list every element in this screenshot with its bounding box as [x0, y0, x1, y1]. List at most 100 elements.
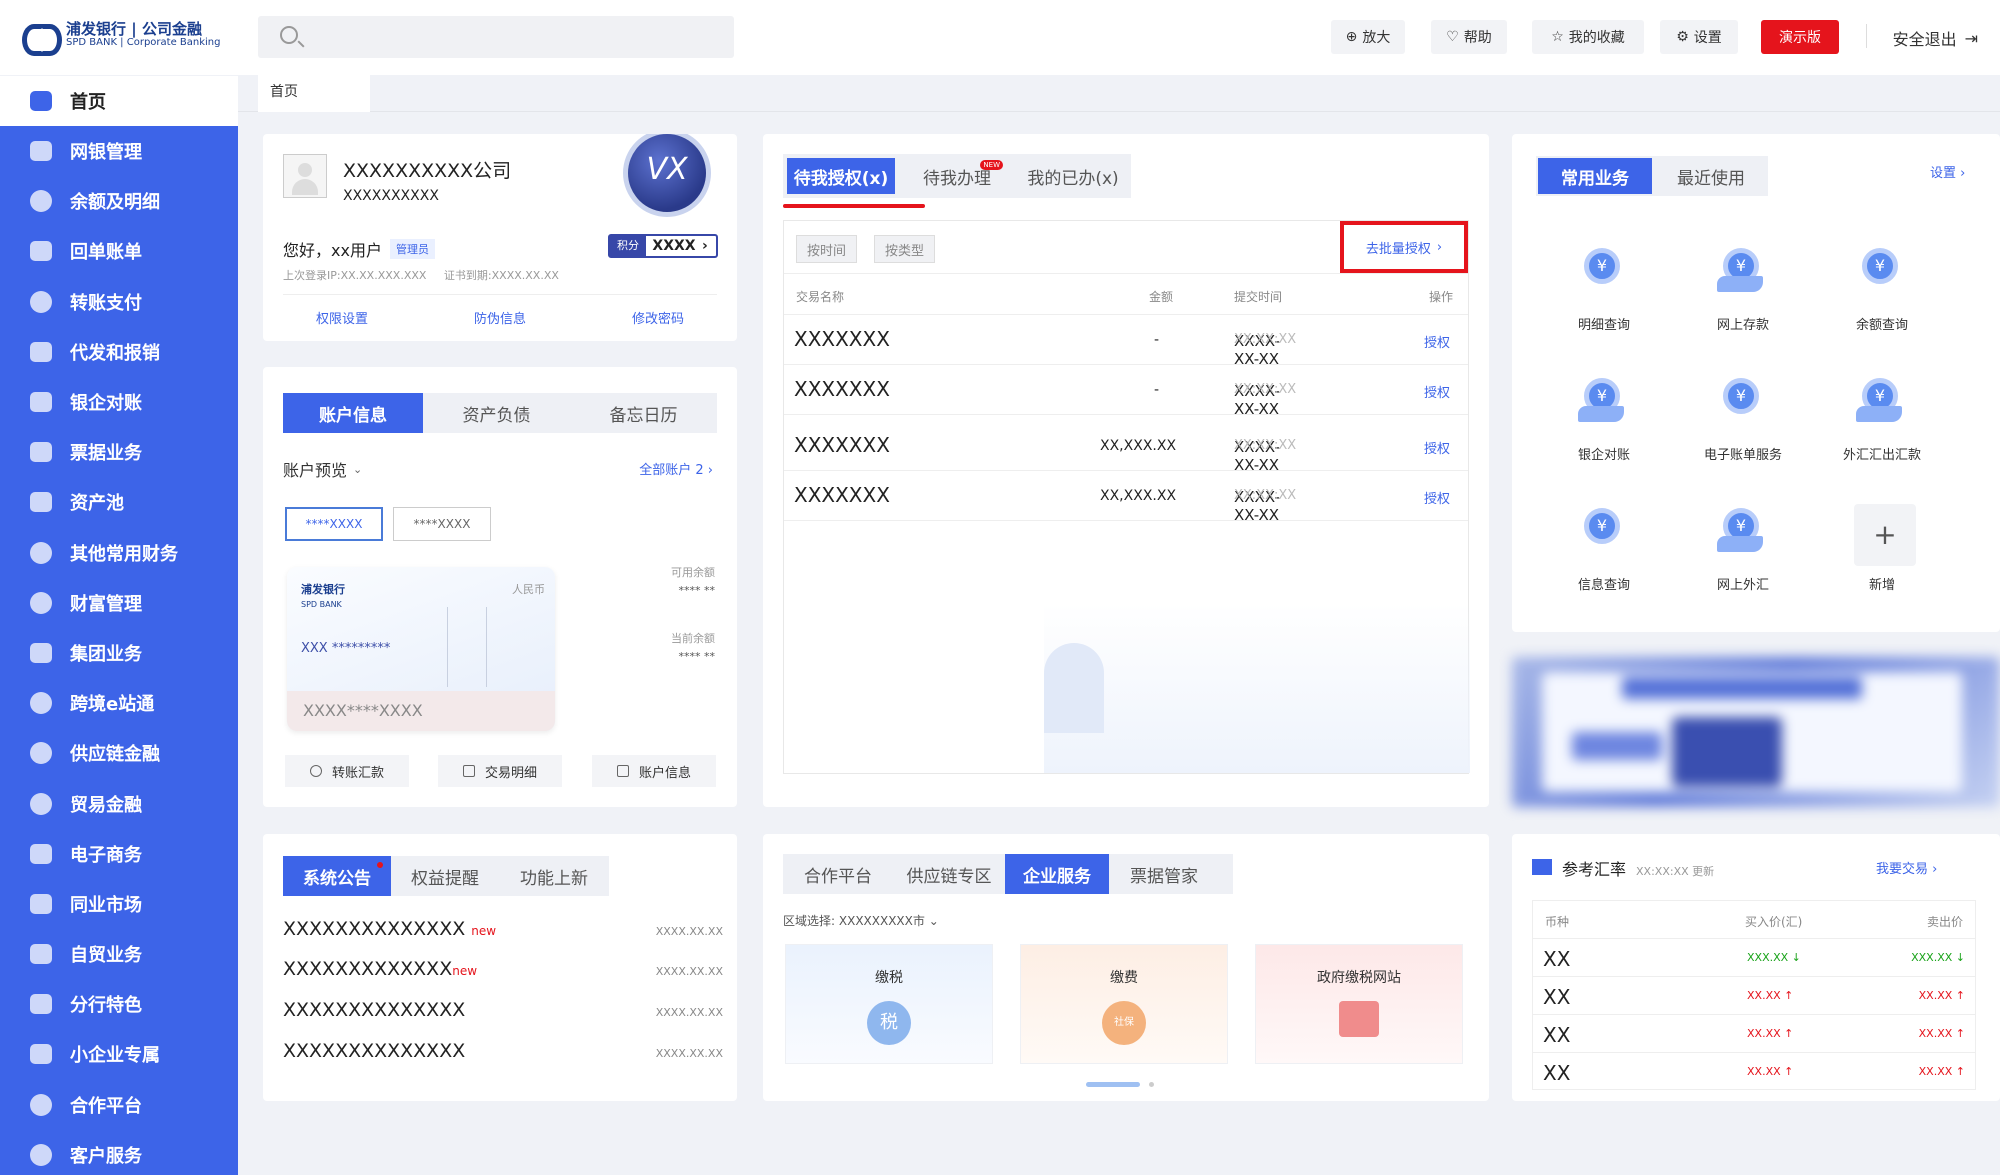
- sidebar-item-group[interactable]: 集团业务: [0, 628, 238, 678]
- tab-common-business[interactable]: 常用业务: [1538, 158, 1652, 194]
- account-info-button[interactable]: 账户信息: [592, 755, 716, 787]
- zoom-button[interactable]: ⊕ 放大: [1331, 20, 1405, 54]
- sidebar-item-small-biz[interactable]: 小企业专属: [0, 1029, 238, 1079]
- sidebar-item-wealth[interactable]: 财富管理: [0, 578, 238, 628]
- favorites-button[interactable]: ☆ 我的收藏: [1532, 20, 1644, 54]
- authorize-link[interactable]: 授权: [1424, 382, 1450, 401]
- sidebar-item-online-banking[interactable]: 网银管理: [0, 126, 238, 176]
- sidebar-item-transfer[interactable]: 转账支付: [0, 277, 238, 327]
- reconciliation-shortcut[interactable]: ¥ 银企对账: [1544, 374, 1664, 463]
- list-item[interactable]: XXXXXXXXXXXXXnew XXXX.XX.XX: [283, 958, 723, 980]
- transfer-button[interactable]: 转账汇款: [285, 755, 409, 787]
- filter-by-time[interactable]: 按时间: [796, 235, 858, 263]
- table-row[interactable]: XX XXX.XX ↓ XXX.XX ↓: [1533, 939, 1975, 977]
- sidebar-item-home[interactable]: 首页: [0, 76, 238, 126]
- list-item[interactable]: XXXXXXXXXXXXXX XXXX.XX.XX: [283, 1040, 723, 1062]
- authorize-link[interactable]: 授权: [1424, 438, 1450, 457]
- transaction-details-button[interactable]: 交易明细: [438, 755, 562, 787]
- bank-logo[interactable]: 浦发银行 | 公司金融 SPD BANK | Corporate Banking: [20, 19, 220, 56]
- fee-payment-tile[interactable]: 缴费 社保: [1020, 944, 1228, 1064]
- fx-remittance-shortcut[interactable]: ¥ 外汇汇出汇款: [1822, 374, 1942, 463]
- greeting: 您好，xx用户: [283, 241, 382, 260]
- sidebar-item-ecommerce[interactable]: 电子商务: [0, 829, 238, 879]
- authorize-link[interactable]: 授权: [1424, 332, 1450, 351]
- tab-system-notice[interactable]: 系统公告: [283, 856, 391, 896]
- table-row[interactable]: XXXXXXX - XXXX-XX-XX XX:XX:XX 授权: [784, 315, 1468, 368]
- sidebar-item-asset-pool[interactable]: 资产池: [0, 477, 238, 527]
- anti-fraud-link[interactable]: 防伪信息: [474, 308, 526, 327]
- sidebar-item-other-finance[interactable]: 其他常用财务: [0, 528, 238, 578]
- sidebar-item-payroll[interactable]: 代发和报销: [0, 327, 238, 377]
- government-building-icon: [1339, 1001, 1379, 1037]
- tab-recently-used[interactable]: 最近使用: [1654, 156, 1768, 196]
- logout-button[interactable]: 安全退出 ⇥: [1893, 26, 1978, 50]
- sidebar-item-trade-finance[interactable]: 贸易金融: [0, 778, 238, 828]
- promo-banner[interactable]: [1512, 657, 2000, 807]
- tab-supply-chain[interactable]: 供应链专区: [893, 854, 1005, 894]
- list-item[interactable]: XXXXXXXXXXXXXX XXXX.XX.XX: [283, 999, 723, 1021]
- online-fx-shortcut[interactable]: ¥ 网上外汇: [1683, 504, 1803, 593]
- sidebar-item-partners[interactable]: 合作平台: [0, 1080, 238, 1130]
- sidebar-item-receipts[interactable]: 回单账单: [0, 226, 238, 276]
- sidebar-item-interbank[interactable]: 同业市场: [0, 879, 238, 929]
- business-settings-link[interactable]: 设置 ›: [1930, 162, 1965, 181]
- table-row[interactable]: XX XX.XX ↑ XX.XX ↑: [1533, 1015, 1975, 1053]
- trade-link[interactable]: 我要交易 ›: [1876, 858, 1937, 877]
- tax-payment-tile[interactable]: 缴税 税: [785, 944, 993, 1064]
- carousel-indicator-active[interactable]: [1086, 1082, 1140, 1087]
- sidebar-item-cross-border[interactable]: 跨境e站通: [0, 678, 238, 728]
- table-row[interactable]: XX XX.XX ↑ XX.XX ↑: [1533, 977, 1975, 1015]
- magnifier-yuan-icon: ¥: [1862, 248, 1898, 284]
- sidebar-item-supply-chain[interactable]: 供应链金融: [0, 728, 238, 778]
- sidebar-item-balance[interactable]: 余额及明细: [0, 176, 238, 226]
- table-row[interactable]: XX XX.XX ↑ XX.XX ↑: [1533, 1053, 1975, 1091]
- all-accounts-link[interactable]: 全部账户 2 ›: [639, 459, 713, 478]
- settings-button[interactable]: ⚙ 设置: [1660, 20, 1738, 54]
- bank-name: 浦发银行 | 公司金融: [66, 19, 202, 38]
- tab-partner-platform[interactable]: 合作平台: [783, 854, 893, 894]
- tab-account-info[interactable]: 账户信息: [283, 393, 423, 433]
- table-row[interactable]: XXXXXXX XX,XXX.XX XXXX-XX-XX XX:XX:XX 授权: [784, 471, 1468, 524]
- sidebar-item-reconciliation[interactable]: 银企对账: [0, 377, 238, 427]
- permission-settings-link[interactable]: 权限设置: [316, 308, 368, 327]
- tab-assets-liabilities[interactable]: 资产负债: [423, 393, 570, 433]
- authorize-link[interactable]: 授权: [1424, 488, 1450, 507]
- points-badge[interactable]: 积分 XXXX ›: [608, 234, 718, 258]
- batch-authorize-button[interactable]: 去批量授权 ›: [1340, 221, 1468, 273]
- balance-query-shortcut[interactable]: ¥ 余额查询: [1822, 244, 1942, 333]
- tab-rights-reminder[interactable]: 权益提醒: [391, 856, 499, 896]
- filter-by-type[interactable]: 按类型: [874, 235, 936, 263]
- sidebar-item-service[interactable]: 客户服务: [0, 1130, 238, 1175]
- e-statement-shortcut[interactable]: ¥ 电子账单服务: [1683, 374, 1803, 463]
- sidebar-item-bills[interactable]: 票据业务: [0, 427, 238, 477]
- tab-pending-authorization[interactable]: 待我授权(x): [787, 158, 895, 194]
- sidebar-item-ftz[interactable]: 自贸业务: [0, 929, 238, 979]
- membership-medal[interactable]: VX: [613, 134, 723, 234]
- list-item[interactable]: XXXXXXXXXXXXXX new XXXX.XX.XX: [283, 918, 723, 940]
- tab-memo-calendar[interactable]: 备忘日历: [570, 393, 717, 433]
- detail-query-shortcut[interactable]: ¥ 明细查询: [1544, 244, 1664, 333]
- sidebar-item-branch[interactable]: 分行特色: [0, 979, 238, 1029]
- info-query-shortcut[interactable]: ¥ 信息查询: [1544, 504, 1664, 593]
- add-shortcut-button[interactable]: + 新增: [1822, 504, 1942, 593]
- online-deposit-shortcut[interactable]: ¥ 网上存款: [1683, 244, 1803, 333]
- search-input[interactable]: [258, 16, 734, 58]
- account-preview-dropdown[interactable]: 账户预览 ⌄: [283, 457, 362, 481]
- tab-home[interactable]: 首页: [258, 75, 370, 112]
- tab-pending-tasks[interactable]: 待我办理 NEW: [899, 154, 1015, 198]
- table-row[interactable]: XXXXXXX XX,XXX.XX XXXX-XX-XX XX:XX:XX 授权: [784, 421, 1468, 474]
- tab-new-features[interactable]: 功能上新: [499, 856, 609, 896]
- tab-bill-manager[interactable]: 票据管家: [1109, 854, 1219, 894]
- carousel-indicator[interactable]: [1149, 1082, 1154, 1087]
- table-row[interactable]: XXXXXXX - XXXX-XX-XX XX:XX:XX 授权: [784, 365, 1468, 418]
- gov-tax-site-tile[interactable]: 政府缴税网站: [1255, 944, 1463, 1064]
- tab-completed[interactable]: 我的已办(x): [1015, 154, 1131, 198]
- account-chip[interactable]: ****XXXX: [285, 507, 383, 541]
- account-chip[interactable]: ****XXXX: [393, 507, 491, 541]
- demo-button[interactable]: 演示版: [1761, 20, 1839, 54]
- help-button[interactable]: ♡ 帮助: [1431, 20, 1507, 54]
- tab-enterprise-service[interactable]: 企业服务: [1005, 854, 1109, 894]
- region-selector[interactable]: 区域选择: XXXXXXXXX市 ⌄: [783, 912, 939, 929]
- bank-card[interactable]: 浦发银行 SPD BANK 人民币 XXX ********* XXXX****X…: [287, 567, 555, 731]
- change-password-link[interactable]: 修改密码: [632, 308, 684, 327]
